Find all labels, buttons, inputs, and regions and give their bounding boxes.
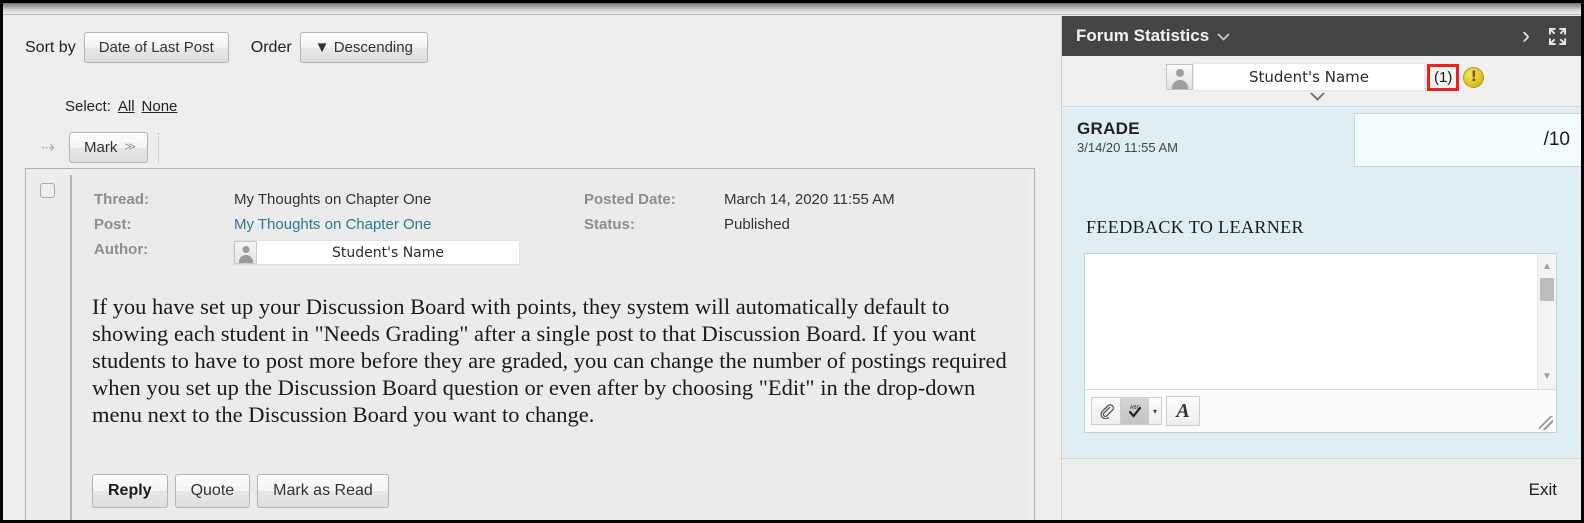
sort-by-label: Sort by — [25, 38, 76, 56]
post-row: Post: My Thoughts on Chapter One — [94, 216, 519, 241]
post-card-inner: Thread: My Thoughts on Chapter One Post:… — [70, 175, 1028, 520]
thread-label: Thread: — [94, 191, 150, 208]
spellcheck-icon[interactable]: ABC — [1120, 397, 1150, 425]
toolbar-divider — [157, 132, 159, 163]
student-name: Student's Name — [1194, 64, 1424, 90]
feedback-textarea[interactable]: ▲ ▼ — [1085, 254, 1556, 390]
post-metadata-column-2: Posted Date: March 14, 2020 11:55 AM Sta… — [584, 191, 895, 241]
status-value: Published — [724, 216, 790, 233]
mark-button[interactable]: Mark ≫ — [69, 132, 148, 164]
post-metadata-column-1: Thread: My Thoughts on Chapter One Post:… — [94, 191, 519, 266]
grading-panel-header: Forum Statistics › — [1062, 16, 1581, 56]
attach-file-icon[interactable] — [1091, 397, 1121, 425]
exit-button[interactable]: Exit — [1529, 480, 1557, 500]
order-value-label: Descending — [333, 39, 413, 56]
mark-row: ⇢ Mark ≫ — [41, 132, 159, 164]
post-select-checkbox[interactable] — [40, 183, 55, 198]
expand-fullscreen-icon[interactable] — [1548, 27, 1567, 46]
reply-button[interactable]: Reply — [92, 473, 168, 508]
posted-date-label: Posted Date: — [584, 191, 676, 208]
grade-score-input[interactable]: /10 — [1354, 113, 1581, 167]
avatar-icon — [1166, 64, 1193, 90]
application-window: Sort by Date of Last Post Order ▼ Descen… — [0, 0, 1584, 523]
sort-toolbar: Sort by Date of Last Post Order ▼ Descen… — [25, 32, 428, 64]
scrollbar-thumb[interactable] — [1540, 278, 1554, 301]
mark-as-read-button[interactable]: Mark as Read — [257, 473, 389, 508]
grade-label: GRADE — [1077, 119, 1140, 138]
author-label: Author: — [94, 241, 149, 258]
thread-row: Thread: My Thoughts on Chapter One — [94, 191, 519, 216]
chevron-double-down-icon: ≫ — [124, 141, 135, 154]
thread-title: My Thoughts on Chapter One — [234, 191, 432, 208]
order-label: Order — [250, 38, 292, 56]
select-row: Select: All None — [65, 98, 177, 115]
font-format-icon[interactable]: A — [1166, 396, 1200, 426]
posted-date-value: March 14, 2020 11:55 AM — [724, 191, 895, 208]
author-chip[interactable]: Student's Name — [234, 241, 519, 264]
post-title-link[interactable]: My Thoughts on Chapter One — [234, 216, 431, 233]
post-card: Thread: My Thoughts on Chapter One Post:… — [25, 168, 1035, 520]
sort-by-button[interactable]: Date of Last Post — [83, 32, 229, 64]
select-label: Select: — [65, 98, 111, 115]
next-student-chevron-icon[interactable]: › — [1522, 24, 1530, 48]
scroll-up-icon[interactable]: ▲ — [1538, 258, 1556, 275]
posted-date-row: Posted Date: March 14, 2020 11:55 AM — [584, 191, 895, 216]
chevron-down-icon[interactable] — [1217, 29, 1230, 44]
spellcheck-dropdown-caret-icon[interactable]: ▾ — [1149, 397, 1162, 425]
flow-arrow-icon: ⇢ — [41, 137, 55, 157]
quote-button[interactable]: Quote — [174, 473, 251, 508]
mark-button-label: Mark — [84, 139, 118, 156]
select-all-link[interactable]: All — [118, 98, 135, 115]
student-selector-bar: Student's Name (1) — [1062, 56, 1581, 106]
order-caret-icon: ▼ — [314, 39, 330, 56]
avatar-icon — [234, 241, 257, 264]
window-top-scroll-strip[interactable] — [3, 3, 1581, 15]
feedback-editor: ▲ ▼ ABC ▾ A — [1084, 253, 1557, 433]
grading-panel-title: Forum Statistics — [1076, 26, 1210, 45]
grade-and-feedback-block: GRADE 3/14/20 11:55 AM /10 FEEDBACK TO L… — [1062, 106, 1581, 466]
post-action-buttons: Reply Quote Mark as Read — [92, 473, 389, 508]
editor-resize-grip[interactable] — [1539, 416, 1553, 430]
select-none-link[interactable]: None — [142, 98, 178, 115]
scroll-down-icon[interactable]: ▼ — [1538, 368, 1556, 385]
feedback-editor-toolbar: ABC ▾ A — [1085, 390, 1556, 432]
status-label: Status: — [584, 216, 635, 233]
student-list-chevron-icon[interactable] — [1310, 89, 1325, 104]
author-row: Author: Student's Name — [94, 241, 519, 266]
post-label: Post: — [94, 216, 132, 233]
attempt-count-badge[interactable]: (1) — [1426, 63, 1460, 91]
grade-points-possible: /10 — [1543, 129, 1570, 150]
post-body-text: If you have set up your Discussion Board… — [92, 294, 1007, 427]
student-chip[interactable]: Student's Name (1) — [1166, 63, 1485, 91]
feedback-scrollbar[interactable]: ▲ ▼ — [1537, 254, 1556, 389]
author-name: Student's Name — [331, 244, 444, 261]
status-row: Status: Published — [584, 216, 895, 241]
needs-grading-warning-icon — [1463, 66, 1485, 88]
discussion-thread-pane: Sort by Date of Last Post Order ▼ Descen… — [3, 16, 1057, 520]
grade-submission-date: 3/14/20 11:55 AM — [1077, 140, 1178, 155]
order-button[interactable]: ▼ Descending — [299, 32, 428, 64]
feedback-to-learner-label: FEEDBACK TO LEARNER — [1086, 217, 1304, 237]
grading-sidebar: Forum Statistics › Student's Name (1) ! … — [1061, 16, 1581, 520]
exit-bar: Exit — [1062, 458, 1581, 520]
